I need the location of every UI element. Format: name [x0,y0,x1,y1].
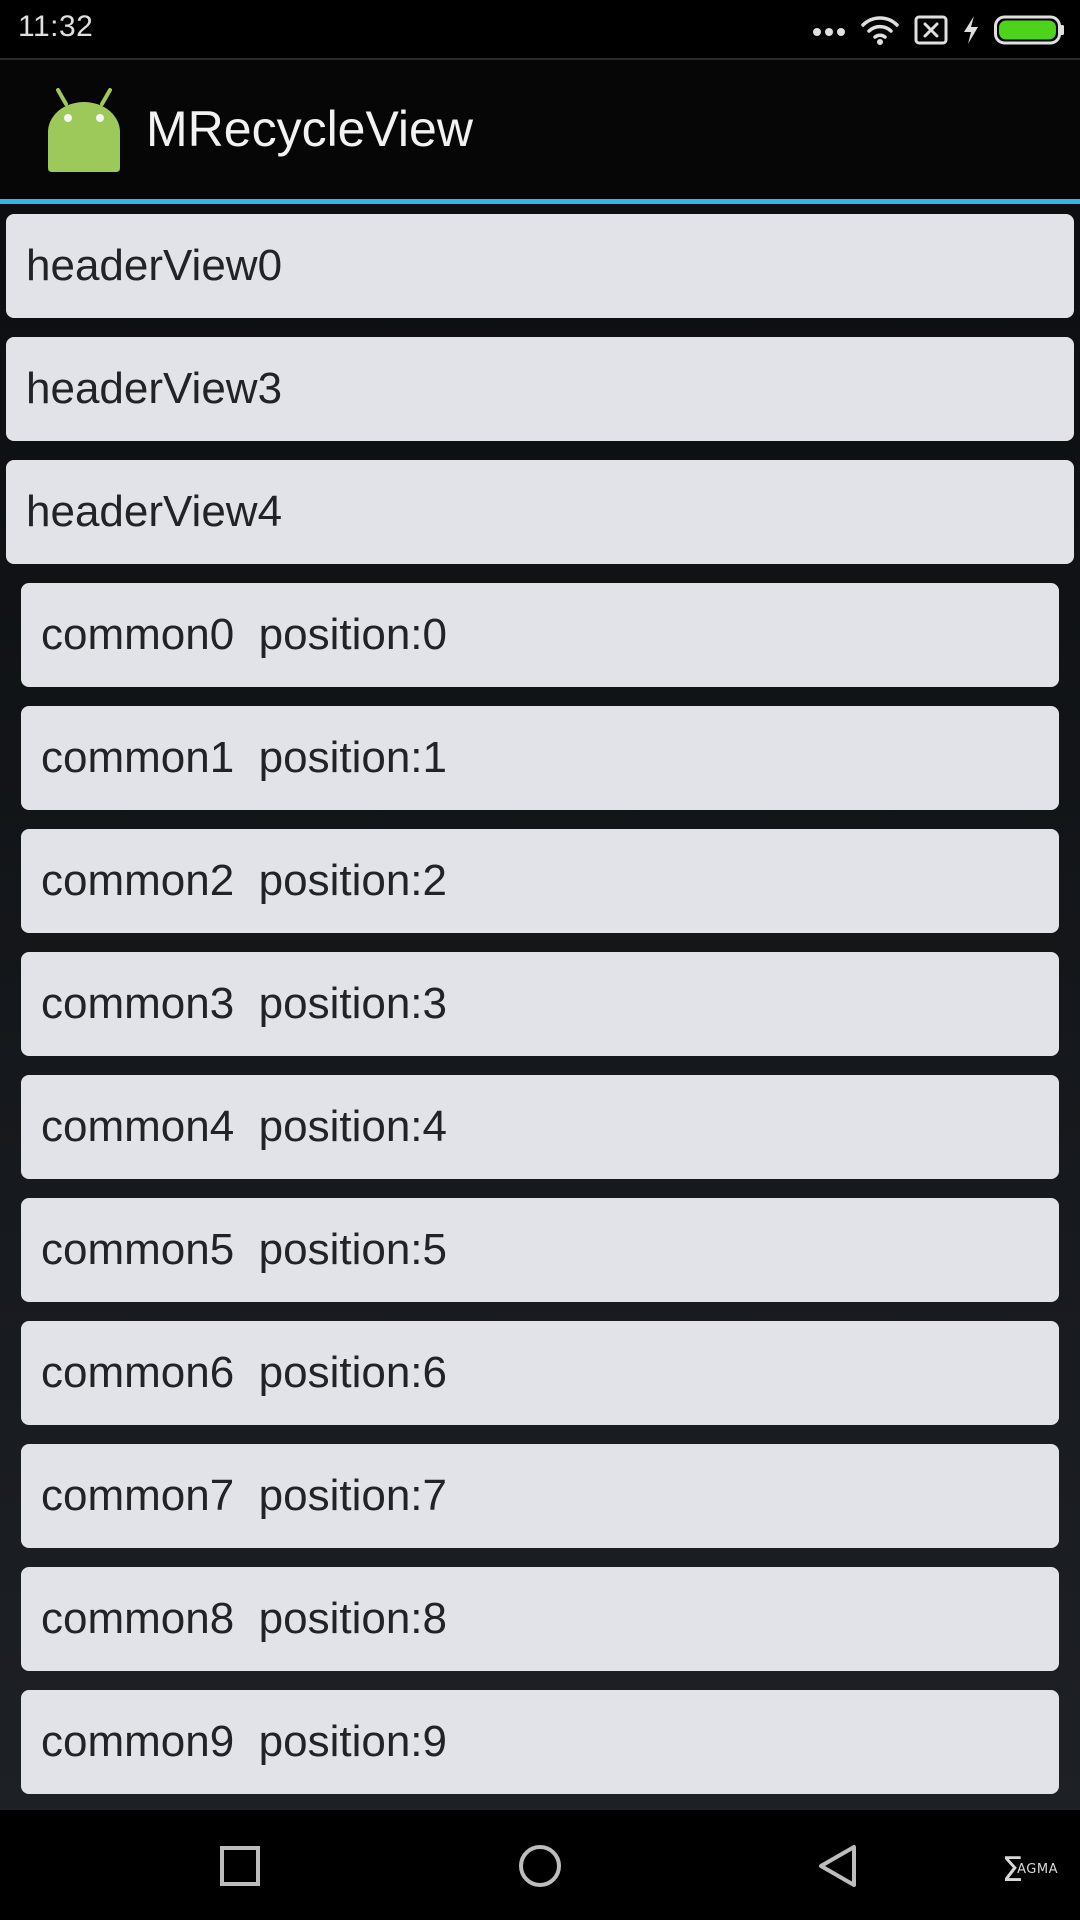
no-sim-icon [914,15,948,45]
list-item[interactable]: common5 position:5 [21,1198,1059,1302]
home-circle-icon[interactable] [514,1840,566,1892]
app-title: MRecycleView [146,101,473,157]
wifi-icon [860,14,900,46]
android-robot-icon[interactable] [42,88,126,172]
phone-screen: 11:32 MRecycleView headerView0 headerVie… [0,0,1080,1920]
list-item[interactable]: common0 position:0 [21,583,1059,687]
charging-icon [962,15,980,45]
status-bar: 11:32 [0,0,1080,60]
back-triangle-icon[interactable] [812,1840,864,1892]
list-item[interactable]: common3 position:3 [21,952,1059,1056]
list-item[interactable]: common7 position:7 [21,1444,1059,1548]
list-item[interactable]: common2 position:2 [21,829,1059,933]
list-item[interactable]: common9 position:9 [21,1690,1059,1794]
header-item[interactable]: headerView4 [6,460,1074,564]
action-bar: MRecycleView [0,60,1080,199]
recycler-view[interactable]: headerView0 headerView3 headerView4 comm… [0,204,1080,1810]
list-item[interactable]: common4 position:4 [21,1075,1059,1179]
sigma-watermark: Σ AGMA [1002,1850,1058,1890]
list-item[interactable]: common6 position:6 [21,1321,1059,1425]
more-dots-icon [812,23,846,37]
watermark-text: AGMA [1017,1861,1058,1877]
header-item[interactable]: headerView0 [6,214,1074,318]
list-item[interactable]: common8 position:8 [21,1567,1059,1671]
header-item[interactable]: headerView3 [6,337,1074,441]
status-time: 11:32 [18,10,94,43]
navigation-bar: Σ AGMA [0,1810,1080,1920]
battery-icon [994,15,1066,45]
recents-square-icon[interactable] [214,1840,266,1892]
list-item[interactable]: common1 position:1 [21,706,1059,810]
status-icons [812,10,1066,50]
